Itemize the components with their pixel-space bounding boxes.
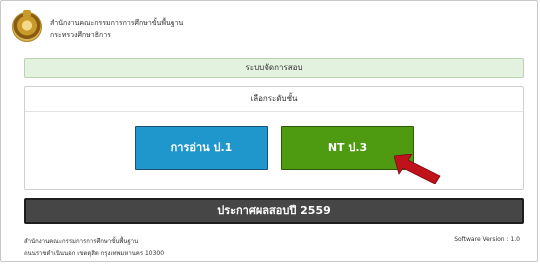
announce-results-button[interactable]: ประกาศผลสอบปี 2559 bbox=[24, 198, 524, 224]
reading-p1-button[interactable]: การอ่าน ป.1 bbox=[135, 126, 268, 170]
panel-heading: เลือกระดับชั้น bbox=[25, 87, 523, 112]
level-select-panel: เลือกระดับชั้น การอ่าน ป.1 NT ป.3 bbox=[24, 86, 524, 190]
site-header: สำนักงานคณะกรรมการการศึกษาขั้นพื้นฐาน กร… bbox=[12, 10, 312, 46]
system-title-bar: ระบบจัดการสอบ bbox=[24, 58, 524, 78]
footer-org-name: สำนักงานคณะกรรมการการศึกษาขั้นพื้นฐาน bbox=[24, 238, 139, 245]
obec-logo-icon bbox=[12, 10, 42, 42]
logo-crown bbox=[23, 10, 31, 16]
org-name: สำนักงานคณะกรรมการการศึกษาขั้นพื้นฐาน bbox=[50, 19, 184, 27]
red-arrow-pointer-icon bbox=[394, 154, 441, 184]
software-version: Software Version : 1.0 bbox=[454, 236, 520, 243]
ministry-name: กระทรวงศึกษาธิการ bbox=[50, 31, 111, 39]
footer-address: ถนนราชดำเนินนอก เขตดุสิต กรุงเทพมหานคร 1… bbox=[24, 250, 165, 257]
